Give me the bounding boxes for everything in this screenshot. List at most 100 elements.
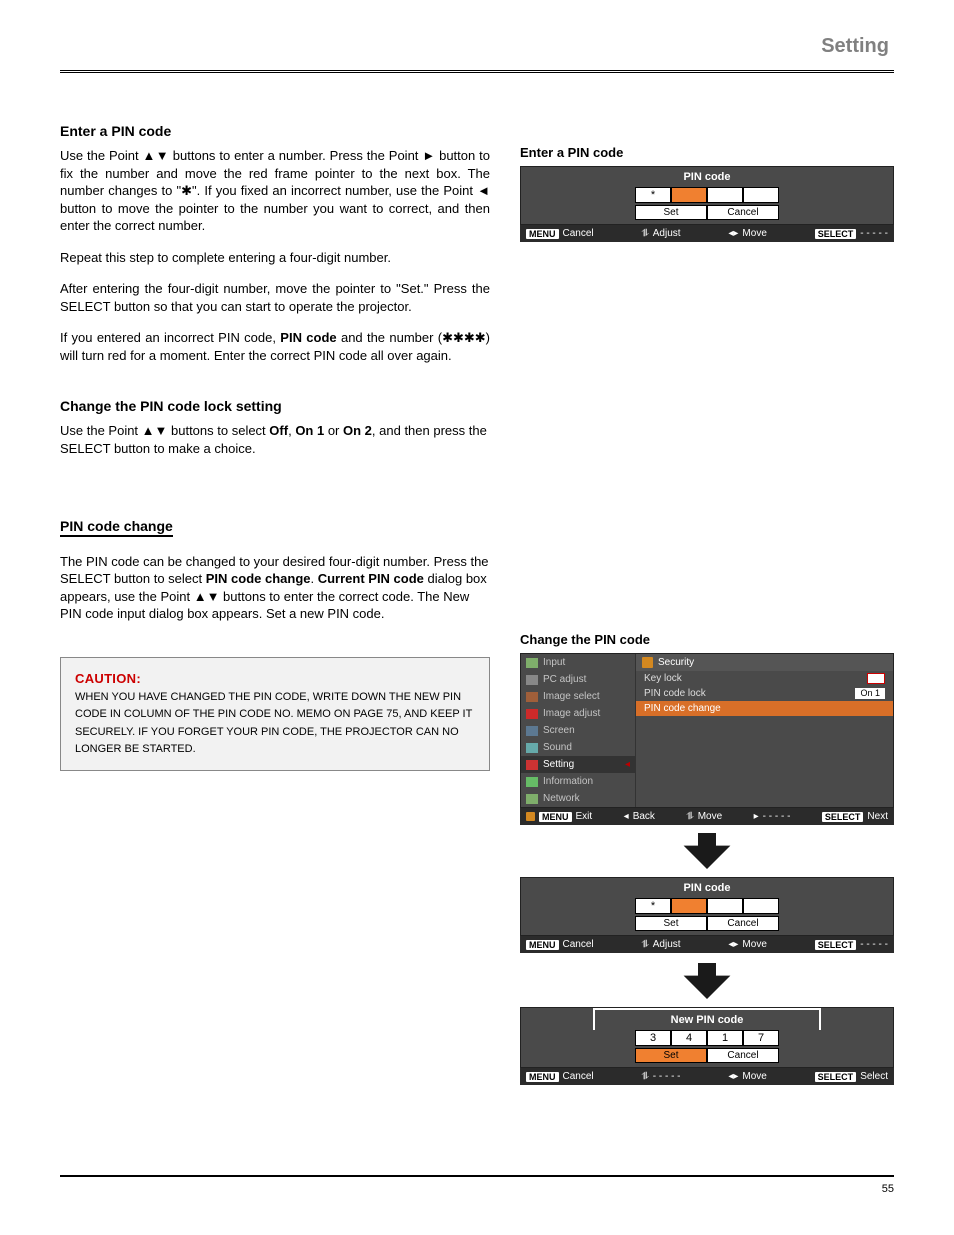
pin-digit-4[interactable]	[743, 187, 779, 203]
sidebar-item-setting[interactable]: Setting ◂	[521, 756, 635, 773]
asterisks: ✱✱✱✱	[442, 330, 486, 345]
pin-digit-3[interactable]	[707, 898, 743, 914]
sidebar-item-pcadjust[interactable]: PC adjust	[521, 671, 635, 688]
asterisk: ✱	[181, 183, 192, 198]
change-lock-heading: Change the PIN code lock setting	[60, 398, 490, 414]
para: Use the Point ▲▼ buttons to select Off, …	[60, 422, 490, 457]
set-button[interactable]: Set	[635, 1048, 707, 1063]
menu-badge: MENU	[526, 1072, 559, 1082]
back-icon: ◂	[624, 811, 629, 822]
imageadjust-icon	[526, 709, 538, 719]
figure-label-2: Change the PIN code	[520, 632, 894, 647]
pin-digit-4[interactable]	[743, 898, 779, 914]
menu-badge: MENU	[526, 229, 559, 239]
updown-icon: ⥮	[641, 1071, 648, 1082]
set-button[interactable]: Set	[635, 205, 707, 220]
opt-on2: On 2	[343, 423, 372, 438]
text: Adjust	[653, 939, 681, 950]
text: Back	[633, 811, 655, 822]
row-keylock[interactable]: Key lock	[636, 671, 893, 686]
lock-icon	[642, 657, 653, 668]
page-number: 55	[882, 1183, 894, 1195]
cancel-button[interactable]: Cancel	[707, 205, 779, 220]
menu-footer: MENUExit ◂Back ⥮Move ▸- - - - - SELECTNe…	[520, 808, 894, 825]
pin-digit-4[interactable]: 7	[743, 1030, 779, 1046]
sidebar-item-network[interactable]: Network	[521, 790, 635, 807]
pin-digit-1[interactable]: *	[635, 187, 671, 203]
keylock-off-icon	[867, 673, 885, 684]
sidebar-item-screen[interactable]: Screen	[521, 722, 635, 739]
text: Next	[867, 811, 888, 822]
sidebar-item-imageselect[interactable]: Image select	[521, 688, 635, 705]
value: On 1	[855, 688, 885, 699]
network-icon	[526, 794, 538, 804]
label: Information	[543, 776, 593, 787]
text: .	[310, 571, 317, 586]
caution-box: CAUTION: WHEN YOU HAVE CHANGED THE PIN C…	[60, 657, 490, 771]
text: - - - - -	[860, 228, 888, 239]
new-pin-dialog: New PIN code 3 4 1 7 Set Cancel	[520, 1007, 894, 1068]
down-arrow-icon	[520, 833, 894, 869]
panel-header: Security	[636, 654, 893, 671]
sidebar-item-input[interactable]: Input	[521, 654, 635, 671]
para: The PIN code can be changed to your desi…	[60, 553, 490, 623]
set-button[interactable]: Set	[635, 916, 707, 931]
leftright-icon: ◂▸	[728, 939, 738, 950]
row-pincodechange[interactable]: PIN code change	[636, 701, 893, 716]
text: Cancel	[563, 228, 594, 239]
dialog-footer: MENUCancel ⥮- - - - - ◂▸Move SELECTSelec…	[520, 1068, 894, 1085]
leftright-icon: ◂▸	[728, 228, 738, 239]
label: PIN code lock	[644, 688, 706, 699]
osd-menu: Input PC adjust Image select Image adjus…	[520, 653, 894, 808]
pin-change-heading: PIN code change	[60, 518, 490, 545]
menu-badge: MENU	[539, 812, 572, 822]
enter-pin-heading: Enter a PIN code	[60, 123, 490, 139]
text: Security	[658, 657, 694, 668]
text: Move	[742, 1071, 766, 1082]
row-pincodelock[interactable]: PIN code lock On 1	[636, 686, 893, 701]
sidebar-item-information[interactable]: Information	[521, 773, 635, 790]
para: If you entered an incorrect PIN code, PI…	[60, 329, 490, 364]
pin-digit-1[interactable]: *	[635, 898, 671, 914]
para: Use the Point ▲▼ buttons to enter a numb…	[60, 147, 490, 235]
pin-dialog-2: PIN code * Set Cancel	[520, 877, 894, 936]
label: Image adjust	[543, 708, 600, 719]
dialog-footer: MENUCancel ⥮Adjust ◂▸Move SELECT- - - - …	[520, 936, 894, 953]
pin-digit-2[interactable]	[671, 187, 707, 203]
para: After entering the four-digit number, mo…	[60, 280, 490, 315]
sidebar-item-sound[interactable]: Sound	[521, 739, 635, 756]
menu-sidebar: Input PC adjust Image select Image adjus…	[521, 654, 636, 807]
screen-icon	[526, 726, 538, 736]
cancel-button[interactable]: Cancel	[707, 1048, 779, 1063]
pin-digit-3[interactable]	[707, 187, 743, 203]
label: Input	[543, 657, 565, 668]
text: Exit	[576, 811, 593, 822]
leftright-icon: ◂▸	[728, 1071, 738, 1082]
para: Repeat this step to complete entering a …	[60, 249, 490, 267]
section-header: Setting	[821, 35, 889, 58]
opt-on1: On 1	[295, 423, 324, 438]
text: or	[324, 423, 343, 438]
right-icon: ▸	[754, 811, 759, 822]
imageselect-icon	[526, 692, 538, 702]
cancel-button[interactable]: Cancel	[707, 916, 779, 931]
label: Setting	[543, 759, 574, 770]
select-badge: SELECT	[815, 1072, 857, 1082]
text: Use the Point ▲▼ buttons to select	[60, 423, 269, 438]
pin-digit-1[interactable]: 3	[635, 1030, 671, 1046]
select-badge: SELECT	[815, 229, 857, 239]
label: Sound	[543, 742, 572, 753]
label: PC adjust	[543, 674, 586, 685]
underline: PIN code change	[60, 518, 173, 537]
pin-digit-2[interactable]: 4	[671, 1030, 707, 1046]
pin-digit-3[interactable]: 1	[707, 1030, 743, 1046]
text: Move	[742, 228, 766, 239]
chevron-right-icon: ◂	[625, 759, 630, 770]
updown-icon: ⥮	[641, 228, 648, 239]
information-icon	[526, 777, 538, 787]
label: Network	[543, 793, 580, 804]
pin-digit-2[interactable]	[671, 898, 707, 914]
sidebar-item-imageadjust[interactable]: Image adjust	[521, 705, 635, 722]
figure-label: Enter a PIN code	[520, 145, 894, 160]
menu-panel: Security Key lock PIN code lock On 1 PIN …	[636, 654, 893, 807]
